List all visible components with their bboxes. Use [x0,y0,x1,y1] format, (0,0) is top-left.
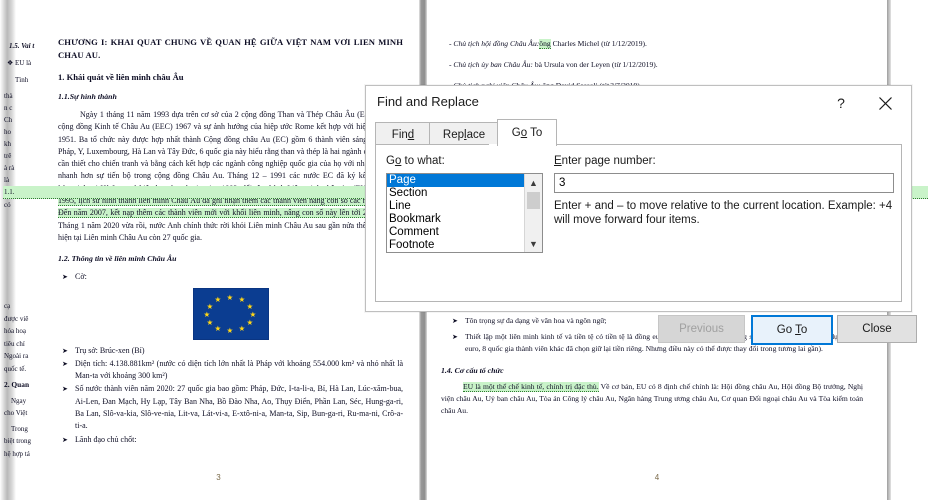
go-to-what-listbox[interactable]: Page Section Line Bookmark Comment Footn… [386,173,543,253]
third-page-fragment: à rà [4,164,15,172]
go-to-button-label: Go To [776,324,808,336]
tab-replace-label: Replace [442,128,486,141]
go-to-what-label: Go to what: [386,155,445,167]
third-page-fragment: ❖ EU là [3,57,928,69]
third-page-fragment: cạ [4,302,11,310]
third-page-fragment: n c [4,104,13,112]
listbox-scrollbar[interactable]: ▲ ▼ [524,174,542,252]
third-page-fragment: tiêu chí [4,339,25,348]
tab-find[interactable]: Find [375,122,431,146]
third-page-fragment: biệt trong [4,437,32,445]
listbox-option-bookmark[interactable]: Bookmark [387,213,525,226]
listbox-option-comment[interactable]: Comment [387,226,525,239]
chevron-up-icon[interactable]: ▲ [525,174,542,191]
listbox-option-footnote[interactable]: Footnote [387,239,525,252]
third-page-fragment: là [4,176,10,184]
third-page-fragment: cho Việt [4,409,28,417]
third-page-fragment: 1.5. Vai t [9,42,35,50]
go-to-panel: Go to what: Page Section Line Bookmark C… [375,144,917,345]
third-page-fragment: trê [4,152,12,160]
close-button[interactable]: Close [837,315,917,343]
third-page-fragment: có [4,201,11,209]
chevron-down-icon[interactable]: ▼ [525,235,542,252]
tab-go-to-label: Go To [511,127,543,139]
hint-text: Enter + and – to move relative to the cu… [554,200,893,226]
third-page-fragment: Ngay [11,396,27,405]
third-page-fragment: ho [4,128,11,136]
close-glyph [878,96,892,110]
third-page-fragment: Ch [4,116,13,124]
enter-page-number-label: Enter page number: [554,155,656,167]
listbox-option-page[interactable]: Page [387,174,525,187]
previous-button[interactable]: Previous [658,315,745,343]
page-number-input[interactable] [554,173,894,193]
close-icon[interactable] [865,90,905,116]
subsection-heading-1-2: 1.2. Thông tin về liên minh Châu Âu [58,254,177,264]
third-page-fragment: Trong [11,424,28,433]
tab-find-label: Find [391,128,415,141]
help-icon[interactable]: ? [826,90,856,116]
tab-go-to[interactable]: Go To [497,119,557,146]
go-to-button[interactable]: Go To [751,315,833,345]
list-item-label: Cờ: [75,272,87,282]
third-page-fragment: kh [4,140,11,148]
find-and-replace-dialog[interactable]: Find and Replace ? Find Replace Go To Go… [365,85,917,345]
listbox-option-section[interactable]: Section [387,187,525,200]
third-page-fragment: thà [4,92,13,100]
third-page-fragment: Tình [15,76,29,84]
third-page-fragment: hệ hợp tá [4,449,30,458]
third-page-fragment: Ngoài ra [4,352,29,360]
listbox-option-line[interactable]: Line [387,200,525,213]
third-page-fragment: quốc tế. [4,364,27,373]
third-page-fragment: 2. Quan [4,380,30,389]
dialog-title: Find and Replace [377,94,479,109]
list-item: ➤ Cờ: [58,271,403,283]
paragraph-history-part3: Tháng 1 năm 2020 vừa rồi, nước Anh chính… [58,220,403,242]
tab-replace[interactable]: Replace [429,122,499,146]
scrollbar-thumb[interactable] [527,192,540,209]
diamond-bullet-icon: ❖ [7,59,14,67]
dialog-title-bar[interactable]: Find and Replace ? [366,86,911,120]
go-to-what-options: Page Section Line Bookmark Comment Footn… [387,174,525,252]
third-page-fragment: được viê [4,314,29,323]
third-page-fragment: hóa hoạ [4,327,26,335]
third-page-fragment-text: EU là [15,59,32,67]
dialog-tab-strip[interactable]: Find Replace Go To [375,119,902,146]
page-number-left: 3 [216,473,221,482]
page-number-right: 4 [654,473,660,482]
arrow-bullet-icon: ➤ [62,273,68,282]
third-page-fragment: 1.1. [3,186,928,199]
